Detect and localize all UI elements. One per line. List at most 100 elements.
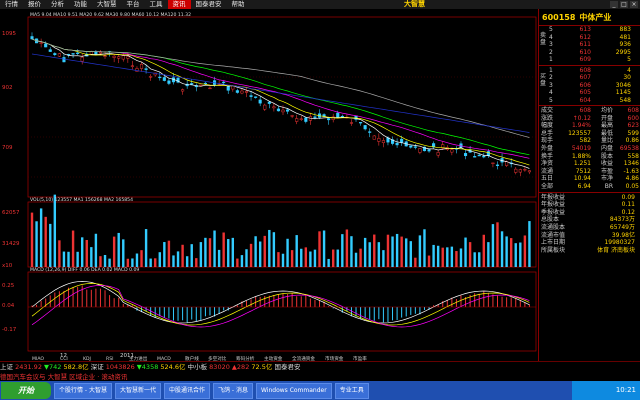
candle-body [368,131,372,133]
stat-k2: 内盘 [600,144,613,152]
taskbar-item[interactable]: 飞鸽 - 消息 [213,382,253,399]
taskbar-item[interactable]: 专业工具 [334,382,369,399]
quote-stat-row: 五日 10.94 市净 4.86 [539,175,640,183]
bid-row[interactable]: 2 607 30 [549,74,640,82]
volume-bar [519,242,522,267]
ask-row[interactable]: 1 609 5 [549,56,640,64]
candle-body [39,42,43,44]
menu-item-1[interactable]: 报价 [23,0,46,9]
ask-label: 卖盘 [540,32,547,46]
vol-ytick: x10 [2,263,13,269]
menu-item-6[interactable]: 工具 [145,0,168,9]
volume-bar [446,247,449,267]
ticker-item: 83020 [209,363,232,371]
candle-body [117,56,121,59]
volume-bar [377,242,381,267]
candle-body [436,152,440,156]
market-ticker: 上证 2431.92 ▼742 582.8亿 深证 1043826 ▼4358 … [0,361,640,382]
taskbar-item[interactable]: 个股行情 - 大智慧 [54,382,112,399]
candle-body [327,118,331,121]
candle-body [281,109,285,113]
menu-item-active[interactable]: 资讯 [167,0,191,9]
bid-lv: 4 [549,89,553,96]
bid-row[interactable]: 1 608 4 [549,67,640,75]
maximize-button[interactable]: □ [620,1,628,8]
fund-k: 流通股本 [541,223,566,231]
chart-area[interactable]: MA5 9.04 MA10 9.51 MA20 9.62 MA30 9.80 M… [0,9,538,361]
macd-ytick: 0.25 [2,283,15,289]
volume-bar [327,258,330,267]
menu-item-broker[interactable]: 国泰君安 [191,0,227,9]
bid-lv: 1 [549,66,553,74]
ticker-item: ▲282 [231,363,252,371]
start-button[interactable]: 开始 [1,382,51,399]
ask-row[interactable]: 3 611 936 [549,41,640,49]
candle-body [276,108,280,112]
menu-item-5[interactable]: 平台 [122,0,145,9]
stat-v2: 69538 [619,144,639,152]
stat-k2: BR [604,182,613,190]
stat-v: 1.94% [571,122,591,130]
candle-body [495,164,500,166]
volume-bar [341,234,344,267]
macd-ytick: 0.04 [2,303,15,309]
candle-body [395,142,399,146]
volume-bar [167,240,171,267]
minimize-button[interactable]: _ [610,1,618,8]
menu-item-3[interactable]: 功能 [69,0,92,9]
candle-body [167,80,171,84]
menu-item-4[interactable]: 大智慧 [92,0,122,9]
stat-v: ↑0.12 [572,114,591,122]
volume-bar [523,235,527,267]
quote-stat-row: 涨跌 ↑0.12 开盘 600 [539,115,640,123]
quote-panel: 600158 中体产业 卖盘 5 613 883 4 612 481 3 611 936 2 610… [538,9,640,361]
volume-bar [90,247,93,267]
ask-px: 613 [579,26,591,33]
volume-bar [94,233,98,267]
taskbar-item[interactable]: 中股通讯合作 [164,382,211,399]
volume-bar [122,239,125,267]
candle-body [377,138,381,142]
candle-body [244,91,249,93]
ask-row[interactable]: 4 612 481 [549,34,640,42]
stat-v: 1.88% [571,152,591,160]
bid-px: 605 [579,89,591,96]
stat-v2: 599 [627,129,639,137]
stock-code: 600158 [542,12,576,22]
volume-bar [140,250,143,267]
close-button[interactable]: × [630,1,638,8]
candle-body [235,90,239,93]
ask-row[interactable]: 5 613 883 [549,26,640,34]
bid-row[interactable]: 4 605 1145 [549,89,640,97]
candle-body [103,55,107,57]
volume-bar [290,250,294,267]
volume-bar [295,235,298,267]
candle-body [359,122,363,124]
bid-row[interactable]: 5 604 548 [549,97,640,105]
menu-item-2[interactable]: 分析 [46,0,69,9]
bid-vol: 30 [623,74,631,81]
stat-v2: -1.63 [623,167,639,175]
bid-row[interactable]: 3 606 3046 [549,82,640,90]
volume-bar [99,256,102,267]
volume-bar [81,237,84,267]
menu-item-0[interactable]: 行情 [0,0,23,9]
candle-body [190,83,194,85]
volume-bar [318,231,321,267]
volume-bar [199,242,203,267]
ask-row[interactable]: 2 610 2995 [549,49,640,57]
candle-body [304,117,308,122]
volume-bar [455,251,458,267]
stat-k: 全部 [541,182,554,190]
quote-stat-row: 成交 608 均价 608 [539,107,640,115]
bid-px: 608 [579,66,591,74]
fund-v: 19980327 [604,239,635,247]
taskbar-item[interactable]: 大智慧新一代 [114,382,161,399]
volume-bar [149,258,152,267]
taskbar-item[interactable]: Windows Commander [256,382,332,399]
menu-item-7[interactable]: 帮助 [227,0,250,9]
stat-v: 1.251 [573,160,591,168]
candle-body [144,68,148,70]
ticker-item: 582.8亿 [63,363,91,371]
volume-bar [354,252,358,267]
